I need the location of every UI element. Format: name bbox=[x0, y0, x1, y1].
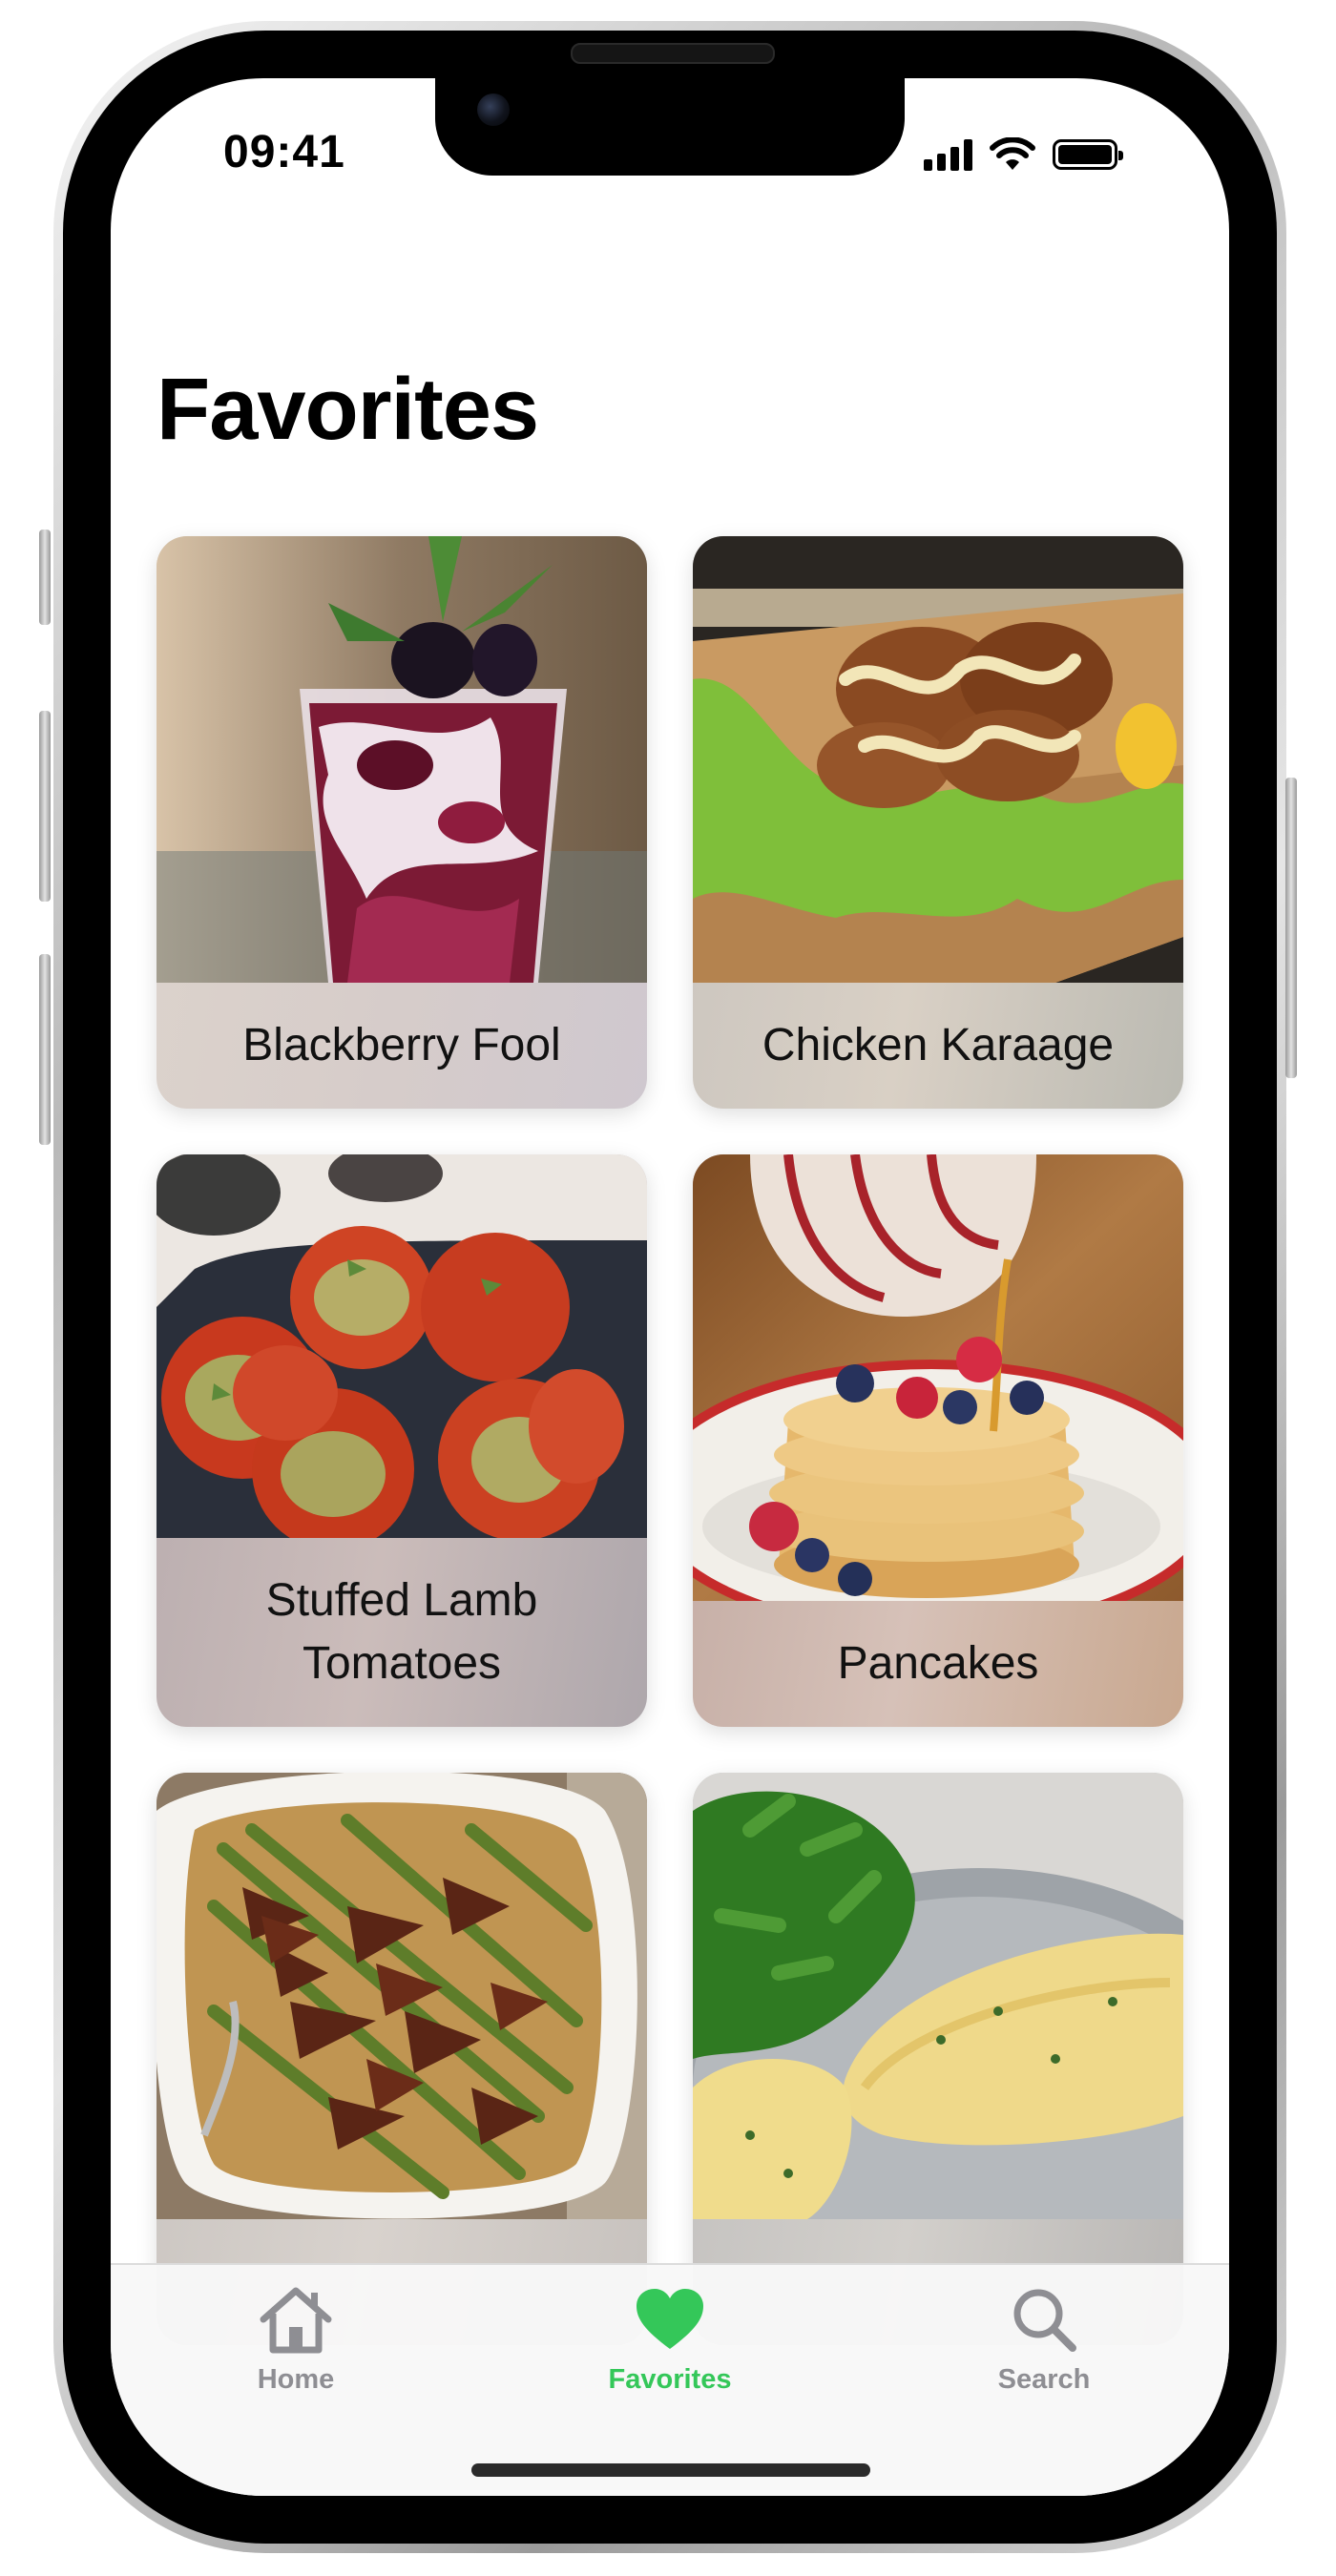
stuffed-lamb-tomatoes-photo bbox=[157, 1154, 647, 1538]
omelette-greens-photo bbox=[693, 1773, 1183, 2219]
blackberry-fool-photo bbox=[157, 536, 647, 983]
recipe-card-pancakes[interactable]: Pancakes bbox=[693, 1154, 1183, 1727]
tab-search[interactable]: Search bbox=[920, 2278, 1168, 2412]
tab-label: Home bbox=[257, 2364, 335, 2395]
heart-icon bbox=[627, 2278, 713, 2360]
tab-home[interactable]: Home bbox=[172, 2278, 420, 2412]
recipe-name: Stuffed Lamb Tomatoes bbox=[265, 1575, 538, 1689]
cellular-signal-icon bbox=[924, 138, 972, 171]
house-icon bbox=[253, 2278, 339, 2360]
power-button bbox=[1285, 778, 1297, 1078]
battery-icon bbox=[1053, 139, 1123, 170]
wifi-icon bbox=[990, 137, 1035, 170]
tab-favorites[interactable]: Favorites bbox=[546, 2278, 794, 2412]
card-label-area: Stuffed Lamb Tomatoes bbox=[157, 1538, 647, 1727]
status-time: 09:41 bbox=[223, 127, 345, 177]
chicken-karaage-photo bbox=[693, 536, 1183, 983]
volume-up-button bbox=[39, 711, 51, 902]
tab-label: Search bbox=[997, 2364, 1091, 2395]
recipe-card-chicken-karaage[interactable]: Chicken Karaage bbox=[693, 536, 1183, 1109]
card-label-area: Pancakes bbox=[693, 1601, 1183, 1727]
magnifier-icon bbox=[1001, 2278, 1087, 2360]
front-camera bbox=[477, 93, 510, 126]
page-title: Favorites bbox=[157, 361, 539, 458]
pancakes-photo bbox=[693, 1154, 1183, 1601]
recipe-card-beef-asparagus[interactable] bbox=[157, 1773, 647, 2345]
recipe-name: Blackberry Fool bbox=[242, 1020, 561, 1070]
recipe-card-omelette[interactable] bbox=[693, 1773, 1183, 2345]
card-label-area: Chicken Karaage bbox=[693, 983, 1183, 1109]
earpiece-speaker bbox=[571, 43, 775, 64]
recipe-card-blackberry-fool[interactable]: Blackberry Fool bbox=[157, 536, 647, 1109]
tab-bar: Home Favorites Search bbox=[111, 2263, 1229, 2496]
home-indicator[interactable] bbox=[471, 2463, 870, 2477]
tab-label: Favorites bbox=[608, 2364, 732, 2395]
recipe-name: Chicken Karaage bbox=[762, 1020, 1115, 1070]
card-label-area: Blackberry Fool bbox=[157, 983, 647, 1109]
recipe-name: Pancakes bbox=[837, 1638, 1039, 1689]
mute-switch bbox=[39, 530, 51, 625]
status-icons bbox=[924, 132, 1123, 177]
recipe-card-stuffed-lamb-tomatoes[interactable]: Stuffed Lamb Tomatoes bbox=[157, 1154, 647, 1727]
beef-asparagus-noodles-photo bbox=[157, 1773, 647, 2219]
app-screen: 09:41 Favorites Blackberry Fool Chicken … bbox=[111, 78, 1229, 2496]
volume-down-button bbox=[39, 954, 51, 1145]
notch bbox=[435, 78, 905, 176]
